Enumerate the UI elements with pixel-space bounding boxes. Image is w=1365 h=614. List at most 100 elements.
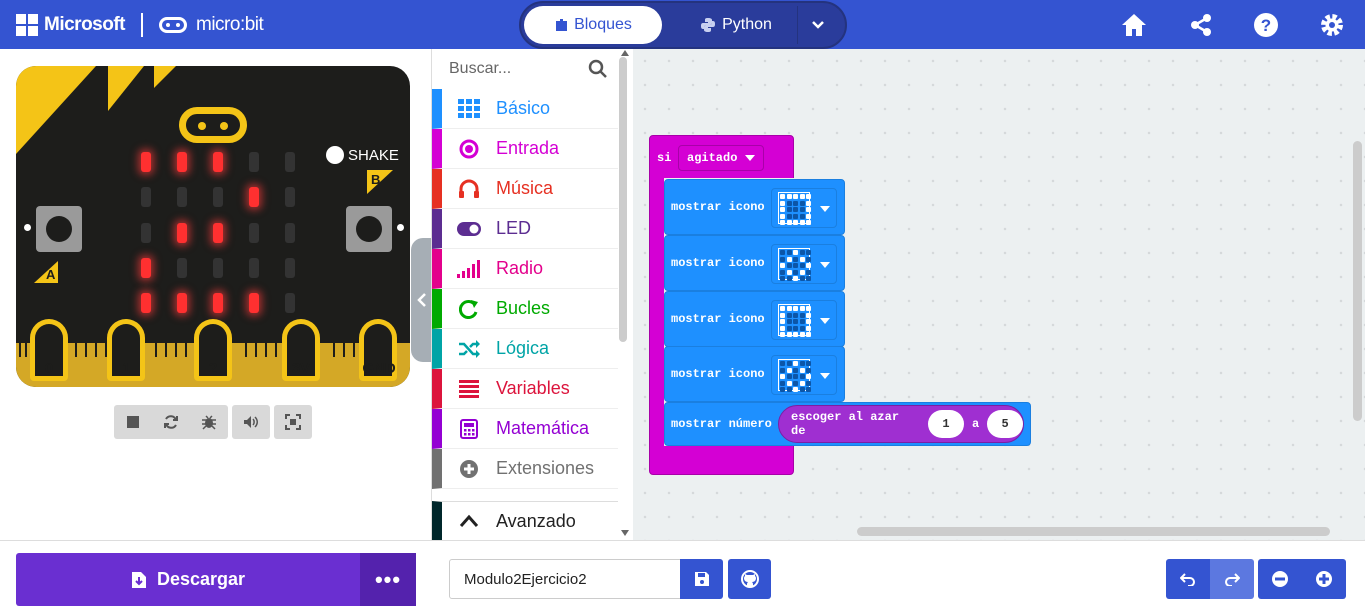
help-button[interactable]: ?	[1252, 11, 1280, 39]
toolbox-scrollbar[interactable]	[619, 57, 627, 342]
collapse-simulator-button[interactable]	[411, 238, 433, 362]
show-icon-block[interactable]: mostrar icono	[664, 346, 845, 402]
category-basico[interactable]: Básico	[432, 89, 618, 129]
show-icon-label: mostrar icono	[671, 367, 765, 381]
bug-icon	[202, 415, 216, 430]
show-icon-label: mostrar icono	[671, 256, 765, 270]
save-icon	[694, 572, 709, 586]
category-label: Matemática	[496, 418, 590, 438]
led-1-4	[285, 187, 295, 207]
category-label: Básico	[496, 98, 551, 118]
share-button[interactable]	[1187, 11, 1215, 39]
icon-preview	[778, 304, 811, 337]
plus-circle-icon	[456, 458, 482, 480]
editor-dropdown-button[interactable]	[797, 6, 837, 44]
category-extensiones[interactable]: Extensiones	[432, 449, 618, 489]
brand: Microsoft micro:bit	[16, 12, 264, 38]
python-tab[interactable]: Python	[671, 6, 801, 44]
random-range-block[interactable]: escoger al azar de 1 a 5	[778, 405, 1024, 443]
microbit-board[interactable]: SHAKE A B 0 1 2 3V GND	[16, 66, 410, 387]
category-musica[interactable]: Música	[432, 169, 618, 209]
restart-button[interactable]	[152, 405, 190, 439]
icon-picker-dropdown[interactable]	[771, 188, 837, 228]
search-input[interactable]: Buscar...	[449, 60, 511, 78]
simulator-controls	[114, 405, 312, 439]
github-button[interactable]	[728, 559, 771, 599]
category-led[interactable]: LED	[432, 209, 618, 249]
show-icon-label: mostrar icono	[671, 312, 765, 326]
icon-picker-dropdown[interactable]	[771, 244, 837, 284]
edge-hole-left	[24, 224, 31, 231]
settings-button[interactable]	[1318, 11, 1346, 39]
dropdown-arrow-icon	[820, 311, 830, 329]
random-from-input[interactable]: 1	[928, 410, 964, 438]
category-radio[interactable]: Radio	[432, 249, 618, 289]
zoom-out-button[interactable]	[1258, 559, 1302, 599]
headphones-icon	[456, 178, 482, 200]
pin-label-1: 1	[121, 360, 131, 377]
speaker-icon	[244, 416, 258, 428]
icon-picker-dropdown[interactable]	[771, 300, 837, 340]
category-variables[interactable]: Variables	[432, 369, 618, 409]
debug-button[interactable]	[190, 405, 228, 439]
download-group: Descargar •••	[16, 553, 416, 606]
gesture-dropdown[interactable]: agitado	[678, 145, 765, 171]
button-b[interactable]	[346, 206, 392, 252]
random-to-input[interactable]: 5	[987, 410, 1024, 438]
stop-icon	[127, 416, 139, 428]
home-icon	[1122, 14, 1146, 36]
project-name-input[interactable]: Modulo2Ejercicio2	[449, 559, 681, 599]
category-bucles[interactable]: Bucles	[432, 289, 618, 329]
shake-button[interactable]: SHAKE	[326, 146, 399, 164]
category-label: Música	[496, 178, 554, 198]
led-3-0	[141, 258, 151, 278]
category-logica[interactable]: Lógica	[432, 329, 618, 369]
led-0-2	[213, 152, 223, 172]
show-icon-block[interactable]: mostrar icono	[664, 291, 845, 347]
toolbox-search[interactable]: Buscar...	[432, 49, 618, 89]
toggle-icon	[456, 218, 482, 240]
led-0-0	[141, 152, 151, 172]
list-icon	[456, 378, 482, 400]
show-icon-block[interactable]: mostrar icono	[664, 179, 845, 235]
fullscreen-button[interactable]	[274, 405, 312, 439]
more-options-button[interactable]: •••	[360, 553, 416, 606]
button-a[interactable]	[36, 206, 82, 252]
random-sep-label: a	[971, 417, 980, 431]
home-button[interactable]	[1120, 11, 1148, 39]
touch-logo[interactable]	[179, 107, 247, 143]
button-a-label: A	[46, 267, 56, 282]
icon-picker-dropdown[interactable]	[771, 355, 837, 395]
search-icon[interactable]	[588, 59, 608, 79]
show-icon-block[interactable]: mostrar icono	[664, 235, 845, 291]
led-3-4	[285, 258, 295, 278]
undo-button[interactable]	[1166, 559, 1210, 599]
redo-icon	[1225, 573, 1240, 586]
blocks-tab[interactable]: Bloques	[524, 6, 662, 44]
undo-icon	[1180, 573, 1195, 586]
led-0-4	[285, 152, 295, 172]
dropdown-arrow-icon	[820, 366, 830, 384]
category-avanzado[interactable]: Avanzado	[432, 501, 618, 541]
led-1-0	[141, 187, 151, 207]
microsoft-label: Microsoft	[44, 14, 126, 35]
puzzle-icon	[556, 19, 568, 31]
download-button[interactable]: Descargar	[16, 553, 360, 606]
shake-dot-icon	[326, 146, 344, 164]
show-number-block[interactable]: mostrar número escoger al azar de 1 a 5	[664, 402, 1031, 446]
scroll-up-icon[interactable]	[621, 50, 629, 56]
icon-preview	[778, 248, 811, 281]
redo-button[interactable]	[1210, 559, 1254, 599]
scroll-down-icon[interactable]	[621, 530, 629, 536]
stop-button[interactable]	[114, 405, 152, 439]
category-entrada[interactable]: Entrada	[432, 129, 618, 169]
mute-button[interactable]	[232, 405, 270, 439]
workspace-vertical-scrollbar[interactable]	[1353, 141, 1362, 421]
category-label: Avanzado	[496, 510, 576, 531]
workspace-horizontal-scrollbar[interactable]	[857, 527, 1330, 536]
zoom-in-button[interactable]	[1302, 559, 1346, 599]
save-button[interactable]	[680, 559, 723, 599]
category-matematica[interactable]: Matemática	[432, 409, 618, 449]
pin-label-0: 0	[44, 360, 54, 377]
show-number-label: mostrar número	[671, 417, 772, 431]
